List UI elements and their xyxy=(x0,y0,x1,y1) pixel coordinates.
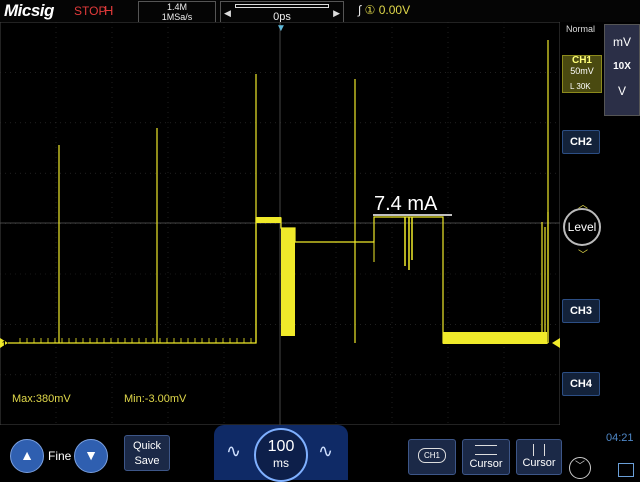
trigger-source-icon: ① xyxy=(364,3,376,17)
horizontal-cursor-button[interactable]: Cursor xyxy=(462,439,510,475)
fine-label[interactable]: Fine xyxy=(48,449,71,463)
trigger-marker: ▼ xyxy=(276,23,286,34)
quick-save-button[interactable]: Quick Save xyxy=(124,435,170,471)
top-status-bar: Micsig STOP H 1.4M 1MSa/s ◀ ▶ 0ps ∫ ① 0.… xyxy=(0,0,640,23)
wave-right-icon[interactable]: ∿ xyxy=(318,441,333,462)
vertical-cursor-icon xyxy=(533,444,545,456)
ch1-vertical-panel[interactable]: mV 10X V xyxy=(604,24,640,116)
svg-text:1: 1 xyxy=(2,340,7,349)
level-button[interactable]: Level xyxy=(563,208,601,246)
memory-bar xyxy=(235,4,329,8)
waveform-display: 7.4 mA ▼ 1 xyxy=(0,22,560,425)
trigger-level: 0.00V xyxy=(378,3,411,17)
timebase-knob[interactable]: ∿ 100 ms ∿ xyxy=(214,425,348,482)
timebase-unit: ms xyxy=(273,456,289,470)
clock: 04:21 xyxy=(606,432,634,444)
ch2-button[interactable]: CH2 xyxy=(562,130,600,154)
screen-icon[interactable] xyxy=(618,463,634,477)
ch3-button[interactable]: CH3 xyxy=(562,299,600,323)
measurement-min: Min:-3.00mV xyxy=(124,393,187,405)
level-control[interactable]: ︿ Level ﹀ xyxy=(563,196,603,261)
ch4-button[interactable]: CH4 xyxy=(562,372,600,396)
horizontal-cursor-icon xyxy=(475,445,497,455)
cursor-h-label: Cursor xyxy=(469,458,503,470)
chevron-down-icon[interactable]: ﹀ xyxy=(563,246,603,261)
ch1-scale: 50mV xyxy=(570,66,594,76)
rising-edge-icon: ∫ xyxy=(358,3,362,17)
chevron-down-icon[interactable]: ﹀ xyxy=(569,457,591,479)
ch1-source-label: CH1 xyxy=(418,448,446,463)
unit-v[interactable]: V xyxy=(605,84,639,98)
run-status[interactable]: STOP xyxy=(74,4,106,18)
quick-save-line1: Quick xyxy=(132,440,162,452)
sample-rate: 1MSa/s xyxy=(161,12,193,22)
cursor-v-label: Cursor xyxy=(522,457,556,469)
probe-ratio[interactable]: 10X xyxy=(605,61,639,72)
horizontal-mode[interactable]: H xyxy=(104,3,113,18)
sampling-info[interactable]: 1.4M 1MSa/s xyxy=(138,1,216,23)
vertical-cursor-button[interactable]: Cursor xyxy=(516,439,562,475)
timebase-dial[interactable]: 100 ms xyxy=(254,428,308,482)
memory-depth: 1.4M xyxy=(166,2,187,12)
quick-save-line2: Save xyxy=(134,455,160,467)
acquisition-mode[interactable]: Normal xyxy=(566,24,595,34)
annotation-label: 7.4 mA xyxy=(374,193,438,215)
trigger-info[interactable]: ∫ ① 0.00V xyxy=(358,3,410,17)
ch1-source-button[interactable]: CH1 xyxy=(408,439,456,475)
timebase-value: 100 xyxy=(267,438,295,455)
brand-logo: Micsig xyxy=(4,1,54,20)
bottom-toolbar: ▲ Fine ▼ Quick Save ∿ 100 ms ∿ CH1 Curso… xyxy=(0,425,640,482)
unit-mv[interactable]: mV xyxy=(605,35,639,49)
wave-left-icon[interactable]: ∿ xyxy=(226,441,241,462)
trigger-position-control[interactable]: ◀ ▶ 0ps xyxy=(220,1,344,23)
down-arrow-icon[interactable]: ▼ xyxy=(74,439,108,473)
ch1-coupling: L 30K xyxy=(570,82,591,91)
up-arrow-icon[interactable]: ▲ xyxy=(10,439,44,473)
measurement-max: Max:380mV xyxy=(12,393,71,405)
ch1-label: CH1 xyxy=(571,55,592,66)
